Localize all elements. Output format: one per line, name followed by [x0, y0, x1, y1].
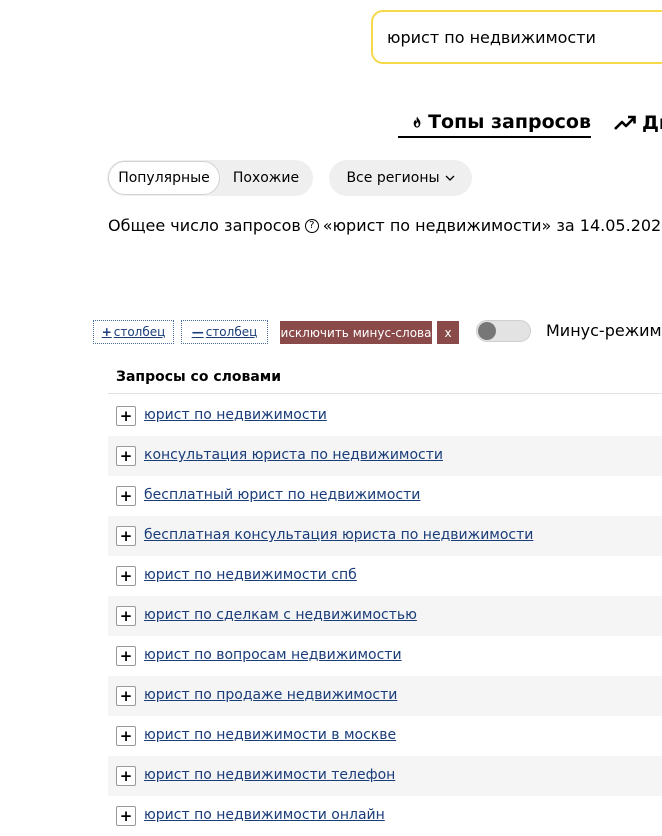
tab-dynamics-label: Ди — [642, 112, 662, 134]
query-link[interactable]: юрист по недвижимости — [144, 407, 327, 423]
query-link[interactable]: юрист по сделкам с недвижимостью — [144, 607, 417, 623]
region-label: Все регионы — [346, 170, 440, 186]
plus-icon[interactable]: + — [116, 606, 136, 626]
chevron-down-icon — [445, 175, 455, 181]
plus-icon: + — [101, 325, 112, 339]
table-row: + юрист по недвижимости спб — [108, 556, 662, 596]
search-input[interactable] — [387, 12, 662, 62]
query-link[interactable]: консультация юриста по недвижимости — [144, 447, 443, 463]
plus-icon[interactable]: + — [116, 446, 136, 466]
exclude-minus-words-button[interactable]: исключить минус-слова — [280, 321, 432, 344]
table-header: Запросы со словами — [108, 360, 662, 394]
query-link[interactable]: юрист по продаже недвижимости — [144, 687, 397, 703]
total-prefix: Общее число запросов — [108, 216, 301, 235]
table-row: + консультация юриста по недвижимости — [108, 436, 662, 476]
plus-icon[interactable]: + — [116, 566, 136, 586]
query-link[interactable]: юрист по вопросам недвижимости — [144, 647, 402, 663]
close-button[interactable]: x — [437, 321, 459, 344]
query-link[interactable]: юрист по недвижимости спб — [144, 567, 357, 583]
plus-icon[interactable]: + — [116, 486, 136, 506]
table-row: + юрист по сделкам с недвижимостью — [108, 596, 662, 636]
mode-switch: Популярные Похожие — [107, 160, 313, 196]
total-query: «юрист по недвижимости» за 14.05.2026 — [322, 216, 662, 235]
fire-icon — [413, 116, 421, 128]
plus-icon[interactable]: + — [116, 726, 136, 746]
add-column-label: столбец — [113, 325, 166, 339]
plus-icon[interactable]: + — [116, 526, 136, 546]
tab-dynamics[interactable]: Ди — [614, 108, 662, 138]
minus-mode-label: Минус-режим ( — [546, 321, 662, 340]
query-link[interactable]: юрист по недвижимости онлайн — [144, 807, 385, 823]
trend-up-icon — [614, 115, 636, 130]
query-link[interactable]: юрист по недвижимости в москве — [144, 727, 396, 743]
help-icon[interactable]: ? — [304, 218, 319, 233]
remove-column-button[interactable]: — столбец — [181, 320, 268, 344]
query-link[interactable]: юрист по недвижимости телефон — [144, 767, 395, 783]
remove-column-label: столбец — [205, 325, 258, 339]
toggle-knob — [478, 322, 496, 340]
query-link[interactable]: бесплатная консультация юриста по недвиж… — [144, 527, 533, 543]
table-row: + юрист по недвижимости телефон — [108, 756, 662, 796]
table-row: + юрист по недвижимости — [108, 396, 662, 436]
query-list: + юрист по недвижимости + консультация ю… — [108, 396, 662, 836]
add-column-button[interactable]: + столбец — [93, 320, 174, 344]
plus-icon[interactable]: + — [116, 806, 136, 826]
table-row: + бесплатный юрист по недвижимости — [108, 476, 662, 516]
total-line: Общее число запросов ? «юрист по недвижи… — [108, 216, 662, 235]
plus-icon[interactable]: + — [116, 406, 136, 426]
minus-icon: — — [191, 325, 204, 339]
search-box[interactable] — [371, 10, 662, 64]
query-link[interactable]: бесплатный юрист по недвижимости — [144, 487, 420, 503]
plus-icon[interactable]: + — [116, 646, 136, 666]
table-row: + бесплатная консультация юриста по недв… — [108, 516, 662, 556]
minus-mode-toggle[interactable] — [476, 320, 531, 342]
table-row: + юрист по вопросам недвижимости — [108, 636, 662, 676]
plus-icon[interactable]: + — [116, 766, 136, 786]
similar-button[interactable]: Похожие — [220, 161, 312, 195]
popular-button[interactable]: Популярные — [108, 161, 220, 195]
region-dropdown[interactable]: Все регионы — [329, 160, 472, 196]
table-row: + юрист по продаже недвижимости — [108, 676, 662, 716]
tab-tops-label: Топы запросов — [428, 111, 591, 133]
table-row: + юрист по недвижимости онлайн — [108, 796, 662, 836]
plus-icon[interactable]: + — [116, 686, 136, 706]
tab-tops[interactable]: Топы запросов — [398, 108, 591, 138]
table-row: + юрист по недвижимости в москве — [108, 716, 662, 756]
